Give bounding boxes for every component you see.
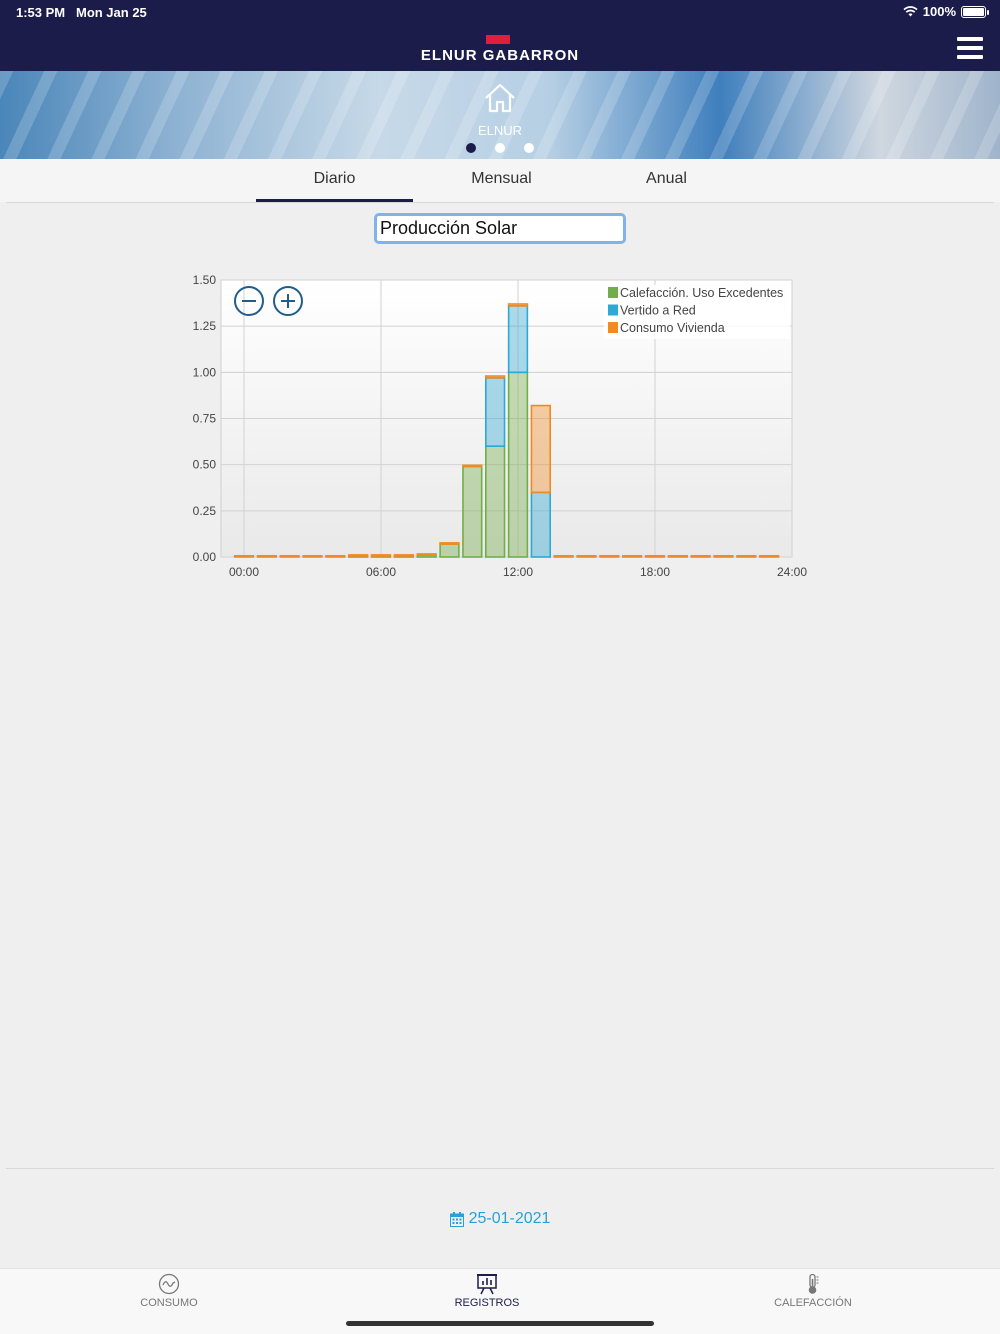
calendar-icon <box>449 1211 464 1227</box>
chart-bar <box>622 554 643 558</box>
selected-date: 25-01-2021 <box>468 1210 551 1227</box>
legend-label: Consumo Vivienda <box>620 321 725 335</box>
date-picker[interactable]: 25-01-2021 <box>0 1210 1000 1228</box>
y-tick-label: 0.50 <box>193 458 217 472</box>
chart-bar <box>462 465 483 558</box>
x-tick-label: 12:00 <box>503 565 533 579</box>
tabbar-consumo[interactable]: CONSUMO <box>89 1273 249 1309</box>
y-axis: 0.00 0.25 0.50 0.75 1.00 1.25 1.50 <box>193 273 217 564</box>
chart-bar <box>325 554 346 558</box>
page-dot[interactable] <box>466 143 476 153</box>
chart-bar <box>233 554 255 558</box>
chart-bar <box>279 554 300 558</box>
y-tick-label: 1.25 <box>193 319 217 333</box>
y-tick-label: 1.50 <box>193 273 217 287</box>
chart-bar <box>393 554 414 557</box>
tabbar-calefaccion[interactable]: CALEFACCIÓN <box>733 1273 893 1309</box>
chart-bar <box>644 554 666 558</box>
tabbar-label: CALEFACCIÓN <box>774 1297 852 1309</box>
chart-bar <box>667 554 688 558</box>
installation-banner[interactable]: ELNUR <box>0 71 1000 159</box>
tab-diario[interactable]: Diario <box>256 159 413 202</box>
y-tick-label: 0.00 <box>193 550 217 564</box>
chart-bar <box>530 404 551 494</box>
chart-bar <box>370 554 392 557</box>
x-axis: 00:00 06:00 12:00 18:00 24:00 <box>229 565 807 579</box>
tabbar-label: REGISTROS <box>454 1297 520 1309</box>
top-bar: 1:53 PM Mon Jan 25 100% ELNUR GABARRON <box>0 0 1000 71</box>
chart-bar <box>485 375 506 379</box>
chart-bar <box>690 554 711 558</box>
chart-bar <box>485 445 506 558</box>
menu-button[interactable] <box>957 37 983 59</box>
home-indicator <box>346 1321 654 1326</box>
legend-label: Vertido a Red <box>620 304 696 318</box>
battery-percent: 100% <box>922 4 956 19</box>
thermometer-icon <box>808 1273 819 1294</box>
production-chart: 0.00 0.25 0.50 0.75 1.00 1.25 1.50 00:00 06:00 1… <box>193 273 808 579</box>
tab-anual[interactable]: Anual <box>588 159 745 202</box>
chart-bar <box>759 554 780 558</box>
tabbar-label: CONSUMO <box>140 1297 198 1309</box>
wifi-icon <box>903 6 918 17</box>
home-icon <box>485 83 515 113</box>
chart-bar <box>507 303 529 307</box>
page-dot[interactable] <box>524 143 534 153</box>
chart-bar <box>348 554 369 557</box>
chart-legend: Calefacción. Uso Excedentes Vertido a Red… <box>604 285 790 339</box>
status-indicators: 100% <box>903 4 989 19</box>
installation-name: ELNUR <box>477 123 523 138</box>
legend-label: Calefacción. Uso Excedentes <box>620 286 783 300</box>
consumption-icon <box>158 1273 180 1295</box>
y-tick-label: 1.00 <box>193 365 217 379</box>
chart-bar <box>416 553 437 556</box>
chart-bar <box>507 305 529 374</box>
chart-bar <box>576 554 597 558</box>
x-tick-label: 00:00 <box>229 565 259 579</box>
y-tick-label: 0.75 <box>193 412 217 426</box>
x-tick-label: 06:00 <box>366 565 396 579</box>
tab-mensual[interactable]: Mensual <box>423 159 580 202</box>
chart-bar <box>713 554 734 558</box>
chart-bar <box>462 464 483 468</box>
chart-bar <box>599 554 620 558</box>
legend-swatch <box>608 287 618 298</box>
legend-swatch <box>608 304 618 316</box>
menu-icon <box>957 37 983 41</box>
status-time: 1:53 PM Mon Jan 25 <box>16 5 147 20</box>
date-divider <box>6 1168 994 1169</box>
y-tick-label: 0.25 <box>193 504 217 518</box>
chart-bar <box>302 554 323 558</box>
records-icon <box>477 1274 497 1295</box>
tabs-divider <box>6 202 994 203</box>
page-indicator[interactable] <box>0 143 1000 153</box>
chart-bar <box>485 377 506 448</box>
legend-swatch <box>608 322 618 333</box>
data-type-select[interactable]: Producción Solar <box>374 213 626 244</box>
x-tick-label: 18:00 <box>640 565 670 579</box>
chart-bar <box>439 543 460 558</box>
status-date: Mon Jan 25 <box>75 5 147 20</box>
brand-logo: ELNUR GABARRON <box>420 47 580 64</box>
chart-bar <box>256 554 277 558</box>
period-tabs: Diario Mensual Anual <box>0 159 1000 202</box>
x-tick-label: 24:00 <box>777 565 807 579</box>
battery-icon <box>961 5 989 18</box>
chart-bar <box>507 371 529 558</box>
page-dot[interactable] <box>495 143 505 153</box>
chart-bar <box>553 554 574 558</box>
chart-bar <box>736 554 757 558</box>
chart-bar <box>439 542 460 545</box>
tabbar-registros[interactable]: REGISTROS <box>407 1273 567 1309</box>
brand-logo-mark <box>486 35 510 44</box>
chart-bar <box>530 491 551 558</box>
